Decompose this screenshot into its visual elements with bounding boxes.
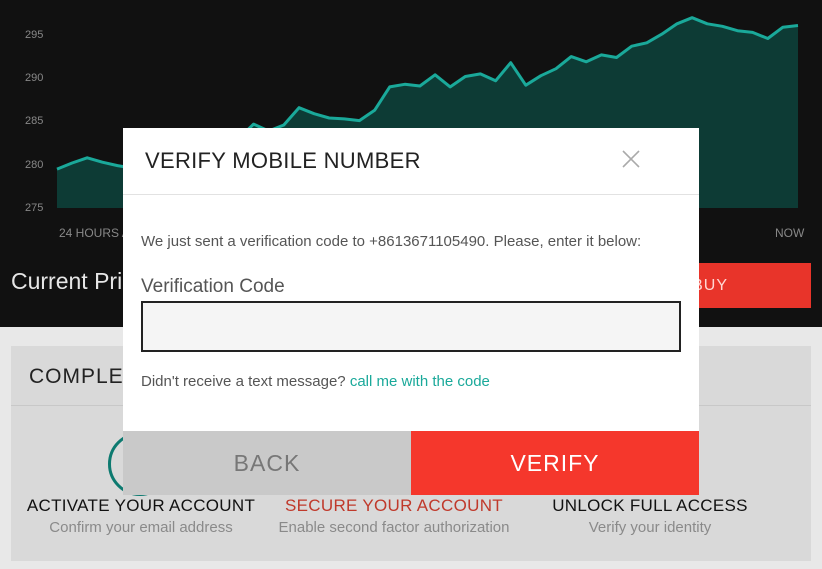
verify-button[interactable]: VERIFY <box>411 431 699 495</box>
verification-code-input[interactable] <box>141 301 681 352</box>
call-me-link[interactable]: call me with the code <box>350 373 490 390</box>
modal-title: VERIFY MOBILE NUMBER <box>145 148 421 173</box>
verification-message: We just sent a verification code to +861… <box>141 233 642 250</box>
modal-header: VERIFY MOBILE NUMBER <box>123 128 699 195</box>
verification-code-label: Verification Code <box>141 276 285 297</box>
verify-mobile-modal: VERIFY MOBILE NUMBER We just sent a veri… <box>123 128 699 495</box>
back-button[interactable]: BACK <box>123 431 411 495</box>
resend-prompt: Didn't receive a text message? <box>141 373 346 390</box>
close-icon[interactable] <box>620 148 642 170</box>
resend-row: Didn't receive a text message? call me w… <box>141 373 490 390</box>
